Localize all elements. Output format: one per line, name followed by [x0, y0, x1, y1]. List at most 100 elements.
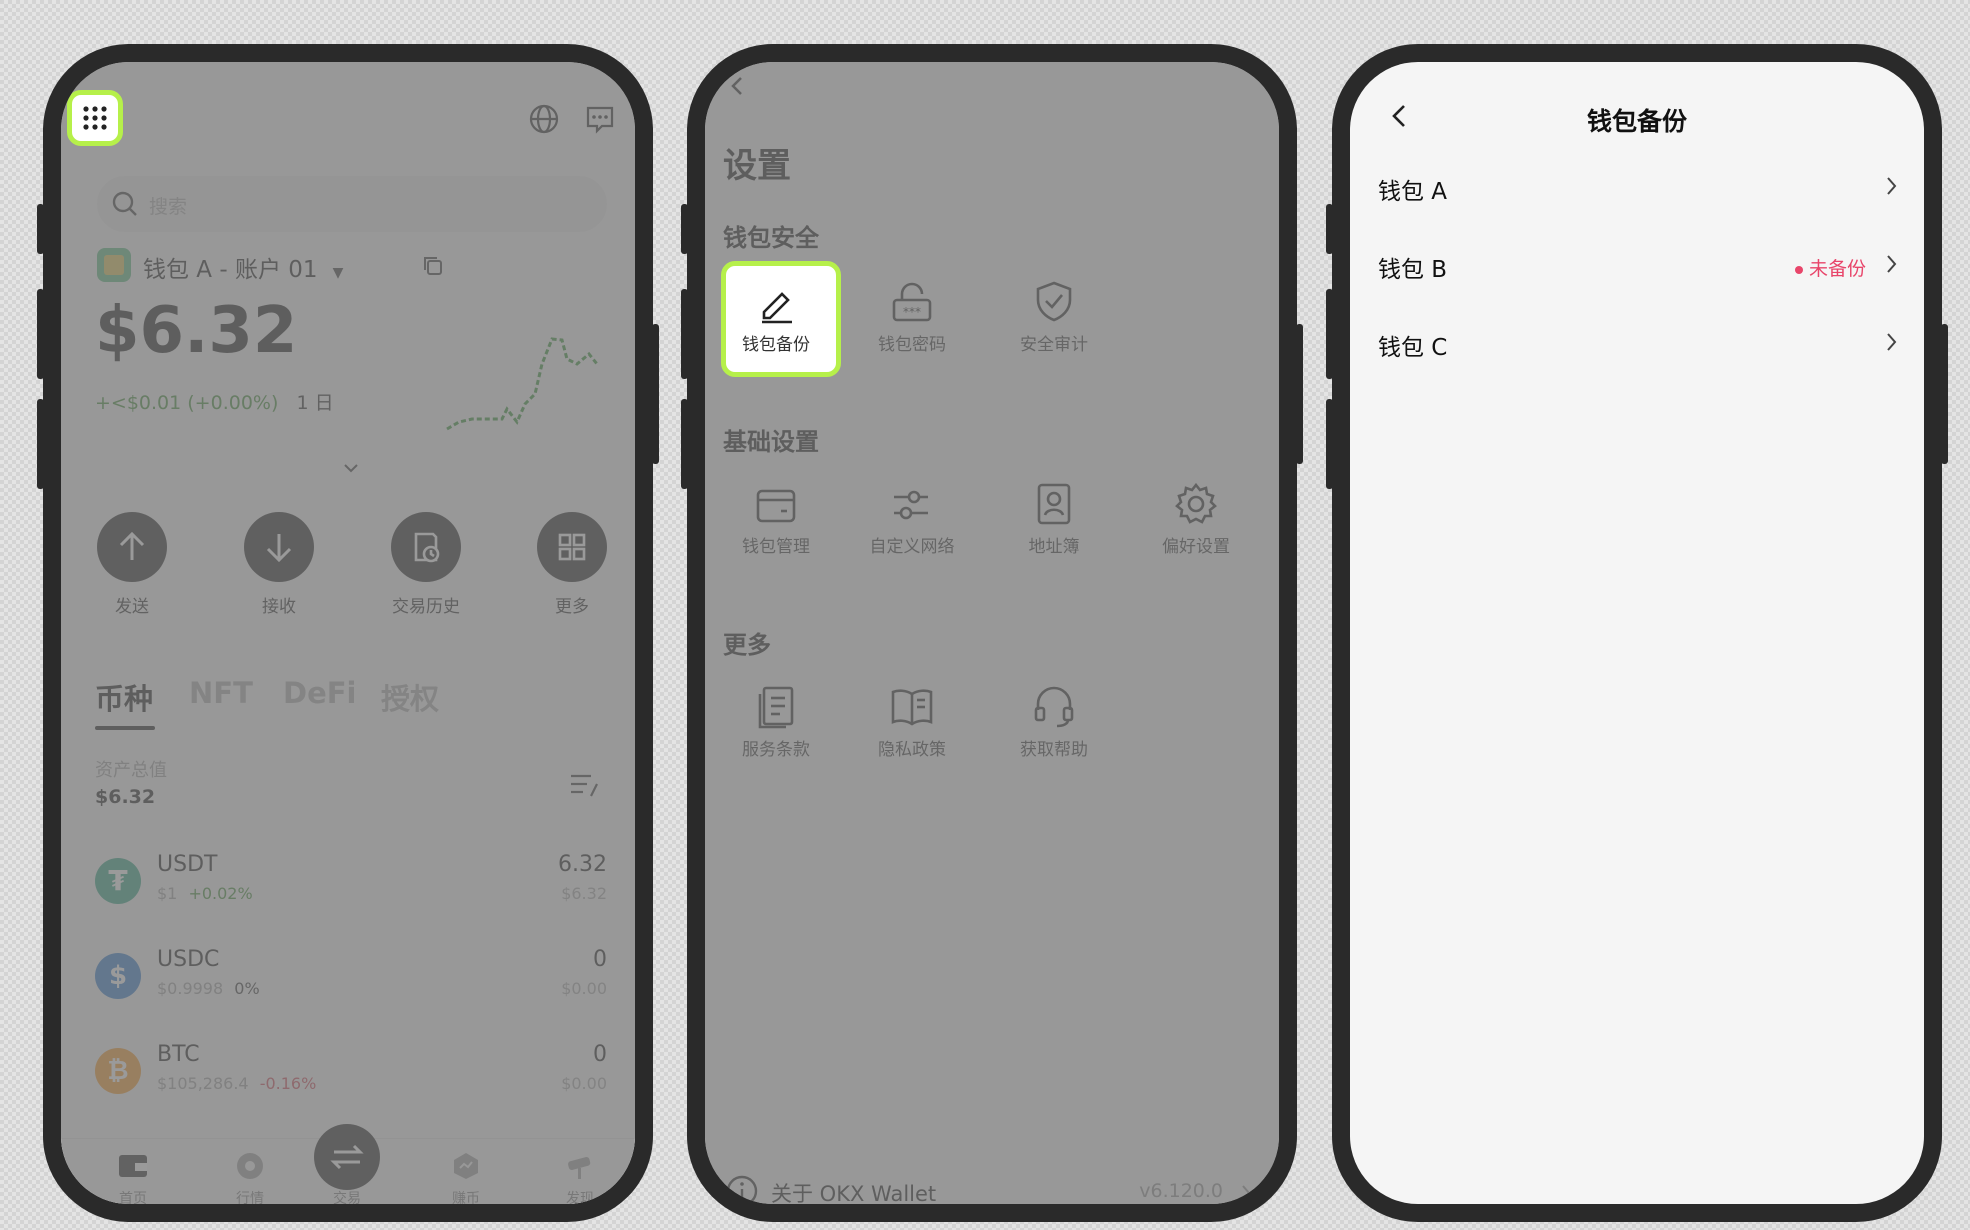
send-button[interactable] [97, 512, 167, 582]
coin-usd-value: $0.00 [561, 1074, 607, 1093]
wallet-name: 钱包 C [1378, 335, 1448, 361]
usdt-icon: ₮ [95, 858, 141, 904]
discover-nav-icon[interactable] [564, 1151, 596, 1181]
message-icon[interactable] [583, 102, 617, 136]
side-button [652, 324, 659, 464]
tab-active-underline [95, 726, 155, 730]
expand-chevron-icon[interactable] [341, 462, 361, 476]
send-label: 发送 [115, 597, 149, 617]
swap-icon [330, 1144, 364, 1170]
wallet-manage-icon[interactable] [755, 486, 797, 524]
coin-change: 0% [234, 979, 260, 998]
chevron-right-icon [1887, 177, 1897, 195]
history-icon [414, 532, 440, 563]
help-label: 获取帮助 [1020, 740, 1088, 760]
coin-price: $0.9998 [157, 979, 224, 998]
sort-filter-icon[interactable] [569, 772, 599, 798]
sliders-icon[interactable] [890, 485, 932, 525]
coin-price-row: $0.9998 0% [157, 979, 260, 998]
change-period: 1 日 [296, 392, 334, 414]
phone-backup: 钱包备份 钱包 A 钱包 B 未备份 钱包 C [1326, 44, 1948, 1222]
list-item[interactable]: ₮ USDT $1 +0.02% 6.32 $6.32 [95, 852, 607, 924]
wallet-manage-label: 钱包管理 [742, 537, 810, 557]
page-title: 设置 [723, 146, 791, 186]
privacy-book-icon[interactable] [890, 686, 934, 728]
coin-amount: 0 [593, 947, 607, 972]
address-book-label: 地址簿 [1028, 537, 1080, 557]
wallet-row-a[interactable]: 钱包 A [1350, 156, 1924, 218]
list-item[interactable]: $ USDC $0.9998 0% 0 $0.00 [95, 947, 607, 1019]
coin-price: $105,286.4 [157, 1074, 249, 1093]
edit-pen-icon [762, 292, 792, 324]
earn-nav-icon[interactable] [451, 1151, 481, 1181]
list-item[interactable]: ₿ BTC $105,286.4 -0.16% 0 $0.00 [95, 1042, 607, 1114]
side-button [37, 399, 44, 489]
coin-usd-value: $6.32 [561, 884, 607, 903]
grid-dots-icon [83, 106, 107, 130]
tab-nft[interactable]: NFT [189, 676, 253, 710]
section-title-more: 更多 [723, 631, 771, 659]
apps-icon [558, 533, 586, 561]
terms-document-icon[interactable] [756, 685, 796, 729]
market-nav-icon[interactable] [235, 1151, 265, 1181]
wallet-row-c[interactable]: 钱包 C [1350, 312, 1924, 374]
tab-tokens[interactable]: 币种 [95, 676, 153, 718]
back-icon[interactable] [725, 74, 749, 98]
status-dot [1794, 265, 1803, 274]
coin-price-row: $105,286.4 -0.16% [157, 1074, 316, 1093]
coin-symbol: USDT [157, 852, 218, 877]
more-button[interactable] [537, 512, 607, 582]
copy-icon[interactable] [421, 254, 445, 278]
wallet-row-b[interactable]: 钱包 B 未备份 [1350, 234, 1924, 296]
version-label: v6.120.0 [1139, 1180, 1223, 1202]
address-book-icon[interactable] [1034, 482, 1074, 526]
side-button [681, 399, 688, 489]
headset-icon[interactable] [1033, 684, 1075, 728]
side-button [1326, 399, 1333, 489]
tab-approvals[interactable]: 授权 [381, 676, 439, 718]
wallet-name: 钱包 B [1378, 257, 1448, 283]
coin-change: -0.16% [259, 1074, 317, 1093]
tab-defi[interactable]: DeFi [283, 676, 357, 710]
terms-label: 服务条款 [742, 740, 810, 760]
nav-earn-label: 赚币 [452, 1191, 480, 1204]
side-button [681, 204, 688, 254]
globe-icon[interactable] [527, 102, 561, 136]
coin-symbol: USDC [157, 947, 220, 972]
search-icon [112, 191, 137, 216]
phone-settings: 设置 钱包安全 钱包备份 *** 钱包密码 安全审计 基础设置 钱包管理 自定义… [681, 44, 1303, 1222]
receive-button[interactable] [244, 512, 314, 582]
nav-trade-label: 交易 [333, 1191, 361, 1204]
nav-market-label: 行情 [236, 1191, 264, 1204]
password-lock-icon: *** [892, 282, 932, 322]
total-assets-value: $6.32 [95, 786, 156, 808]
side-button [1941, 324, 1948, 464]
balance-change: +<$0.01 (+0.00%) 1 日 [95, 388, 334, 415]
svg-text:***: *** [903, 305, 921, 319]
not-backed-up-badge: 未备份 [1794, 254, 1866, 281]
nav-discover-label: 发现 [566, 1191, 594, 1204]
usdc-icon: $ [95, 953, 141, 999]
balance: $6.32 [95, 294, 298, 368]
history-button[interactable] [391, 512, 461, 582]
change-value: +<$0.01 (+0.00%) [95, 392, 279, 414]
total-assets-label: 资产总值 [95, 760, 167, 781]
arrow-up-icon [119, 531, 145, 560]
coin-price: $1 [157, 884, 178, 903]
side-button [1296, 324, 1303, 464]
search-input[interactable]: 搜索 [97, 176, 607, 232]
wallet-nav-icon[interactable] [117, 1152, 149, 1180]
gear-icon[interactable] [1174, 482, 1218, 526]
wallet-backup-label: 钱包备份 [742, 335, 810, 355]
coin-usd-value: $0.00 [561, 979, 607, 998]
security-audit-label: 安全审计 [1020, 335, 1088, 355]
dim-overlay [61, 62, 635, 1204]
apps-menu-button[interactable] [67, 90, 123, 146]
coin-price-row: $1 +0.02% [157, 884, 253, 903]
account-selector[interactable]: 钱包 A - 账户 01 ▼ [143, 250, 343, 284]
page-title: 钱包备份 [1586, 107, 1687, 136]
caret-down-icon: ▼ [332, 265, 344, 281]
trade-nav-button[interactable] [314, 1124, 380, 1190]
status-text: 未备份 [1808, 258, 1866, 280]
custom-network-label: 自定义网络 [869, 537, 955, 557]
